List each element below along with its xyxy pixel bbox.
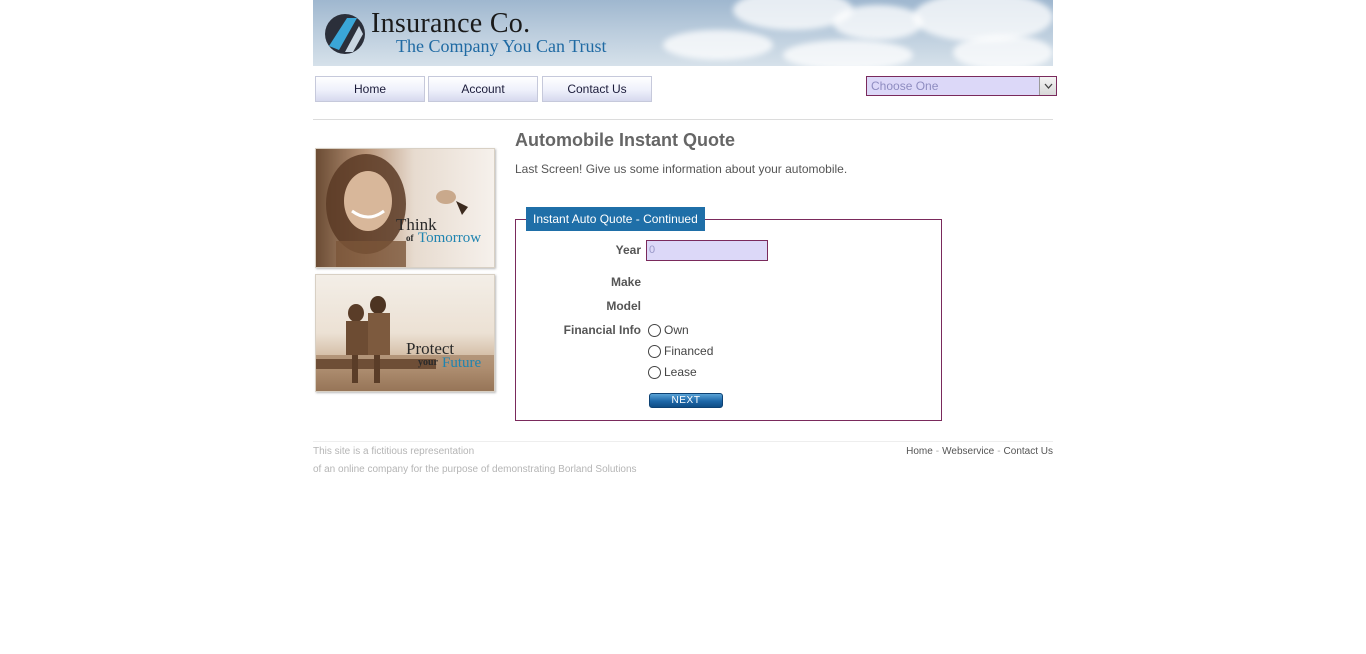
header-divider (313, 119, 1053, 120)
radio-own-label[interactable]: Own (664, 323, 689, 337)
promo1-line3: Tomorrow (418, 230, 482, 246)
radio-lease[interactable] (648, 365, 661, 379)
page-subtitle: Last Screen! Give us some information ab… (515, 162, 848, 176)
radio-own-row[interactable]: Own (648, 323, 689, 337)
year-input[interactable]: 0 (646, 240, 768, 261)
footer-separator: - (935, 446, 940, 457)
model-label: Model (606, 299, 641, 313)
select-value: Choose One (871, 79, 939, 93)
footer-link-contact[interactable]: Contact Us (1004, 446, 1053, 457)
company-logo-icon[interactable] (323, 12, 367, 56)
nav-account-button[interactable]: Account (428, 76, 538, 102)
nav-contact-button[interactable]: Contact Us (542, 76, 652, 102)
make-label: Make (610, 275, 641, 289)
radio-financed[interactable] (648, 344, 661, 358)
radio-own[interactable] (648, 323, 661, 337)
choose-one-select[interactable]: Choose One (866, 76, 1057, 96)
promo1-line2: of (406, 233, 414, 243)
year-label: Year (615, 243, 641, 257)
brand-tagline: The Company You Can Trust (396, 36, 607, 56)
promo2-line2: your (418, 357, 438, 368)
nav-home-button[interactable]: Home (315, 76, 425, 102)
next-button[interactable]: NEXT (649, 393, 723, 408)
promo-image-protect-future: Protect your Future (315, 274, 495, 392)
page-title: Automobile Instant Quote (515, 130, 735, 150)
radio-lease-label[interactable]: Lease (664, 365, 697, 379)
footer-link-home[interactable]: Home (906, 446, 933, 457)
footer-disclaimer-line2: of an online company for the purpose of … (313, 464, 637, 475)
financial-info-label: Financial Info (563, 323, 641, 337)
radio-financed-row[interactable]: Financed (648, 344, 713, 358)
promo-image-think-tomorrow: Think of Tomorrow (315, 148, 495, 268)
footer-links: Home - Webservice - Contact Us (906, 446, 1053, 457)
header-banner: Insurance Co. The Company You Can Trust (313, 0, 1053, 66)
footer-disclaimer-line1: This site is a fictitious representation (313, 446, 475, 457)
footer-divider (313, 441, 1053, 442)
radio-financed-label[interactable]: Financed (664, 344, 713, 358)
family-on-dock-illustration (316, 296, 494, 391)
footer-separator: - (997, 446, 1001, 457)
radio-lease-row[interactable]: Lease (648, 365, 697, 379)
form-legend: Instant Auto Quote - Continued (526, 207, 705, 231)
chevron-down-icon[interactable] (1039, 77, 1056, 95)
woman-with-keys-illustration (326, 154, 468, 267)
footer-link-webservice[interactable]: Webservice (942, 446, 994, 457)
promo2-line3: Future (442, 355, 482, 371)
